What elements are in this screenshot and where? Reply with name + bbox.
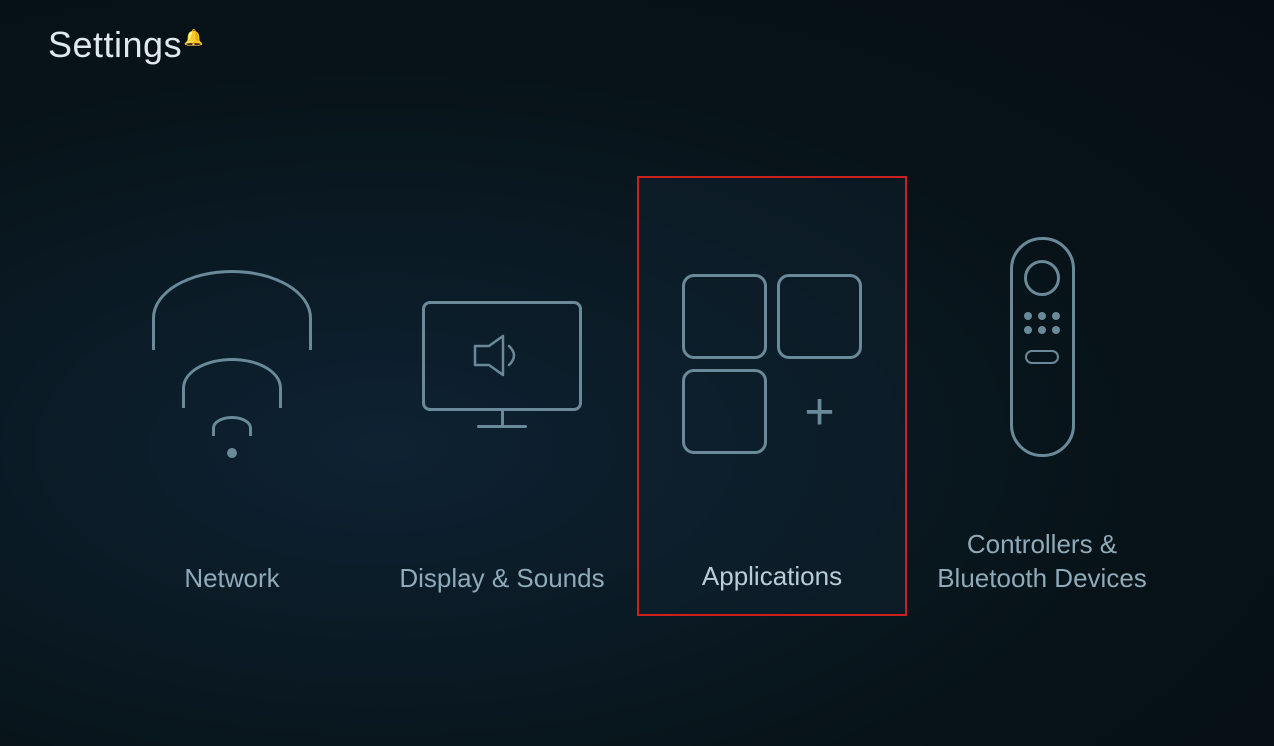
notification-bell-icon: 🔔 — [184, 28, 204, 48]
controllers-icon-area — [927, 176, 1157, 518]
grid-square-2 — [777, 274, 862, 359]
grid-square-1 — [682, 274, 767, 359]
grid-plus: + — [777, 369, 862, 454]
remote-circle-button — [1024, 260, 1060, 296]
remote-dots-grid — [1024, 312, 1060, 334]
remote-dot-3 — [1052, 312, 1060, 320]
wifi-arc-medium — [182, 358, 282, 408]
remote-dot-6 — [1052, 326, 1060, 334]
remote-dot-1 — [1024, 312, 1032, 320]
wifi-dot — [227, 448, 237, 458]
settings-grid: Network Display & Sounds — [0, 66, 1274, 746]
settings-item-applications[interactable]: + Applications — [637, 176, 907, 616]
remote-dot-5 — [1038, 326, 1046, 334]
wifi-arc-small — [212, 416, 252, 436]
apps-grid-icon: + — [672, 264, 872, 464]
applications-label: Applications — [702, 560, 842, 594]
settings-item-display-sounds[interactable]: Display & Sounds — [367, 176, 637, 616]
remote-icon — [1010, 237, 1075, 457]
remote-dot-2 — [1038, 312, 1046, 320]
display-sounds-label: Display & Sounds — [399, 562, 604, 596]
applications-icon-area: + — [659, 178, 885, 550]
wifi-arc-large — [152, 270, 312, 350]
network-label: Network — [184, 562, 279, 596]
remote-body — [1010, 237, 1075, 457]
network-icon-area — [117, 176, 347, 552]
remote-long-button — [1025, 350, 1059, 364]
header: Settings 🔔 — [0, 0, 1274, 66]
tv-icon — [422, 301, 582, 428]
settings-item-controllers[interactable]: Controllers &Bluetooth Devices — [907, 176, 1177, 616]
tv-screen — [422, 301, 582, 411]
tv-stand-base — [477, 425, 527, 428]
settings-page: Settings 🔔 Network — [0, 0, 1274, 746]
controllers-label: Controllers &Bluetooth Devices — [937, 528, 1147, 596]
page-title: Settings 🔔 — [48, 24, 182, 66]
speaker-svg — [467, 328, 537, 383]
page-title-text: Settings — [48, 24, 182, 65]
settings-item-network[interactable]: Network — [97, 176, 367, 616]
tv-stand-neck — [501, 411, 504, 425]
wifi-icon — [152, 270, 312, 458]
remote-dot-4 — [1024, 326, 1032, 334]
display-sounds-icon-area — [387, 176, 617, 552]
grid-square-3 — [682, 369, 767, 454]
